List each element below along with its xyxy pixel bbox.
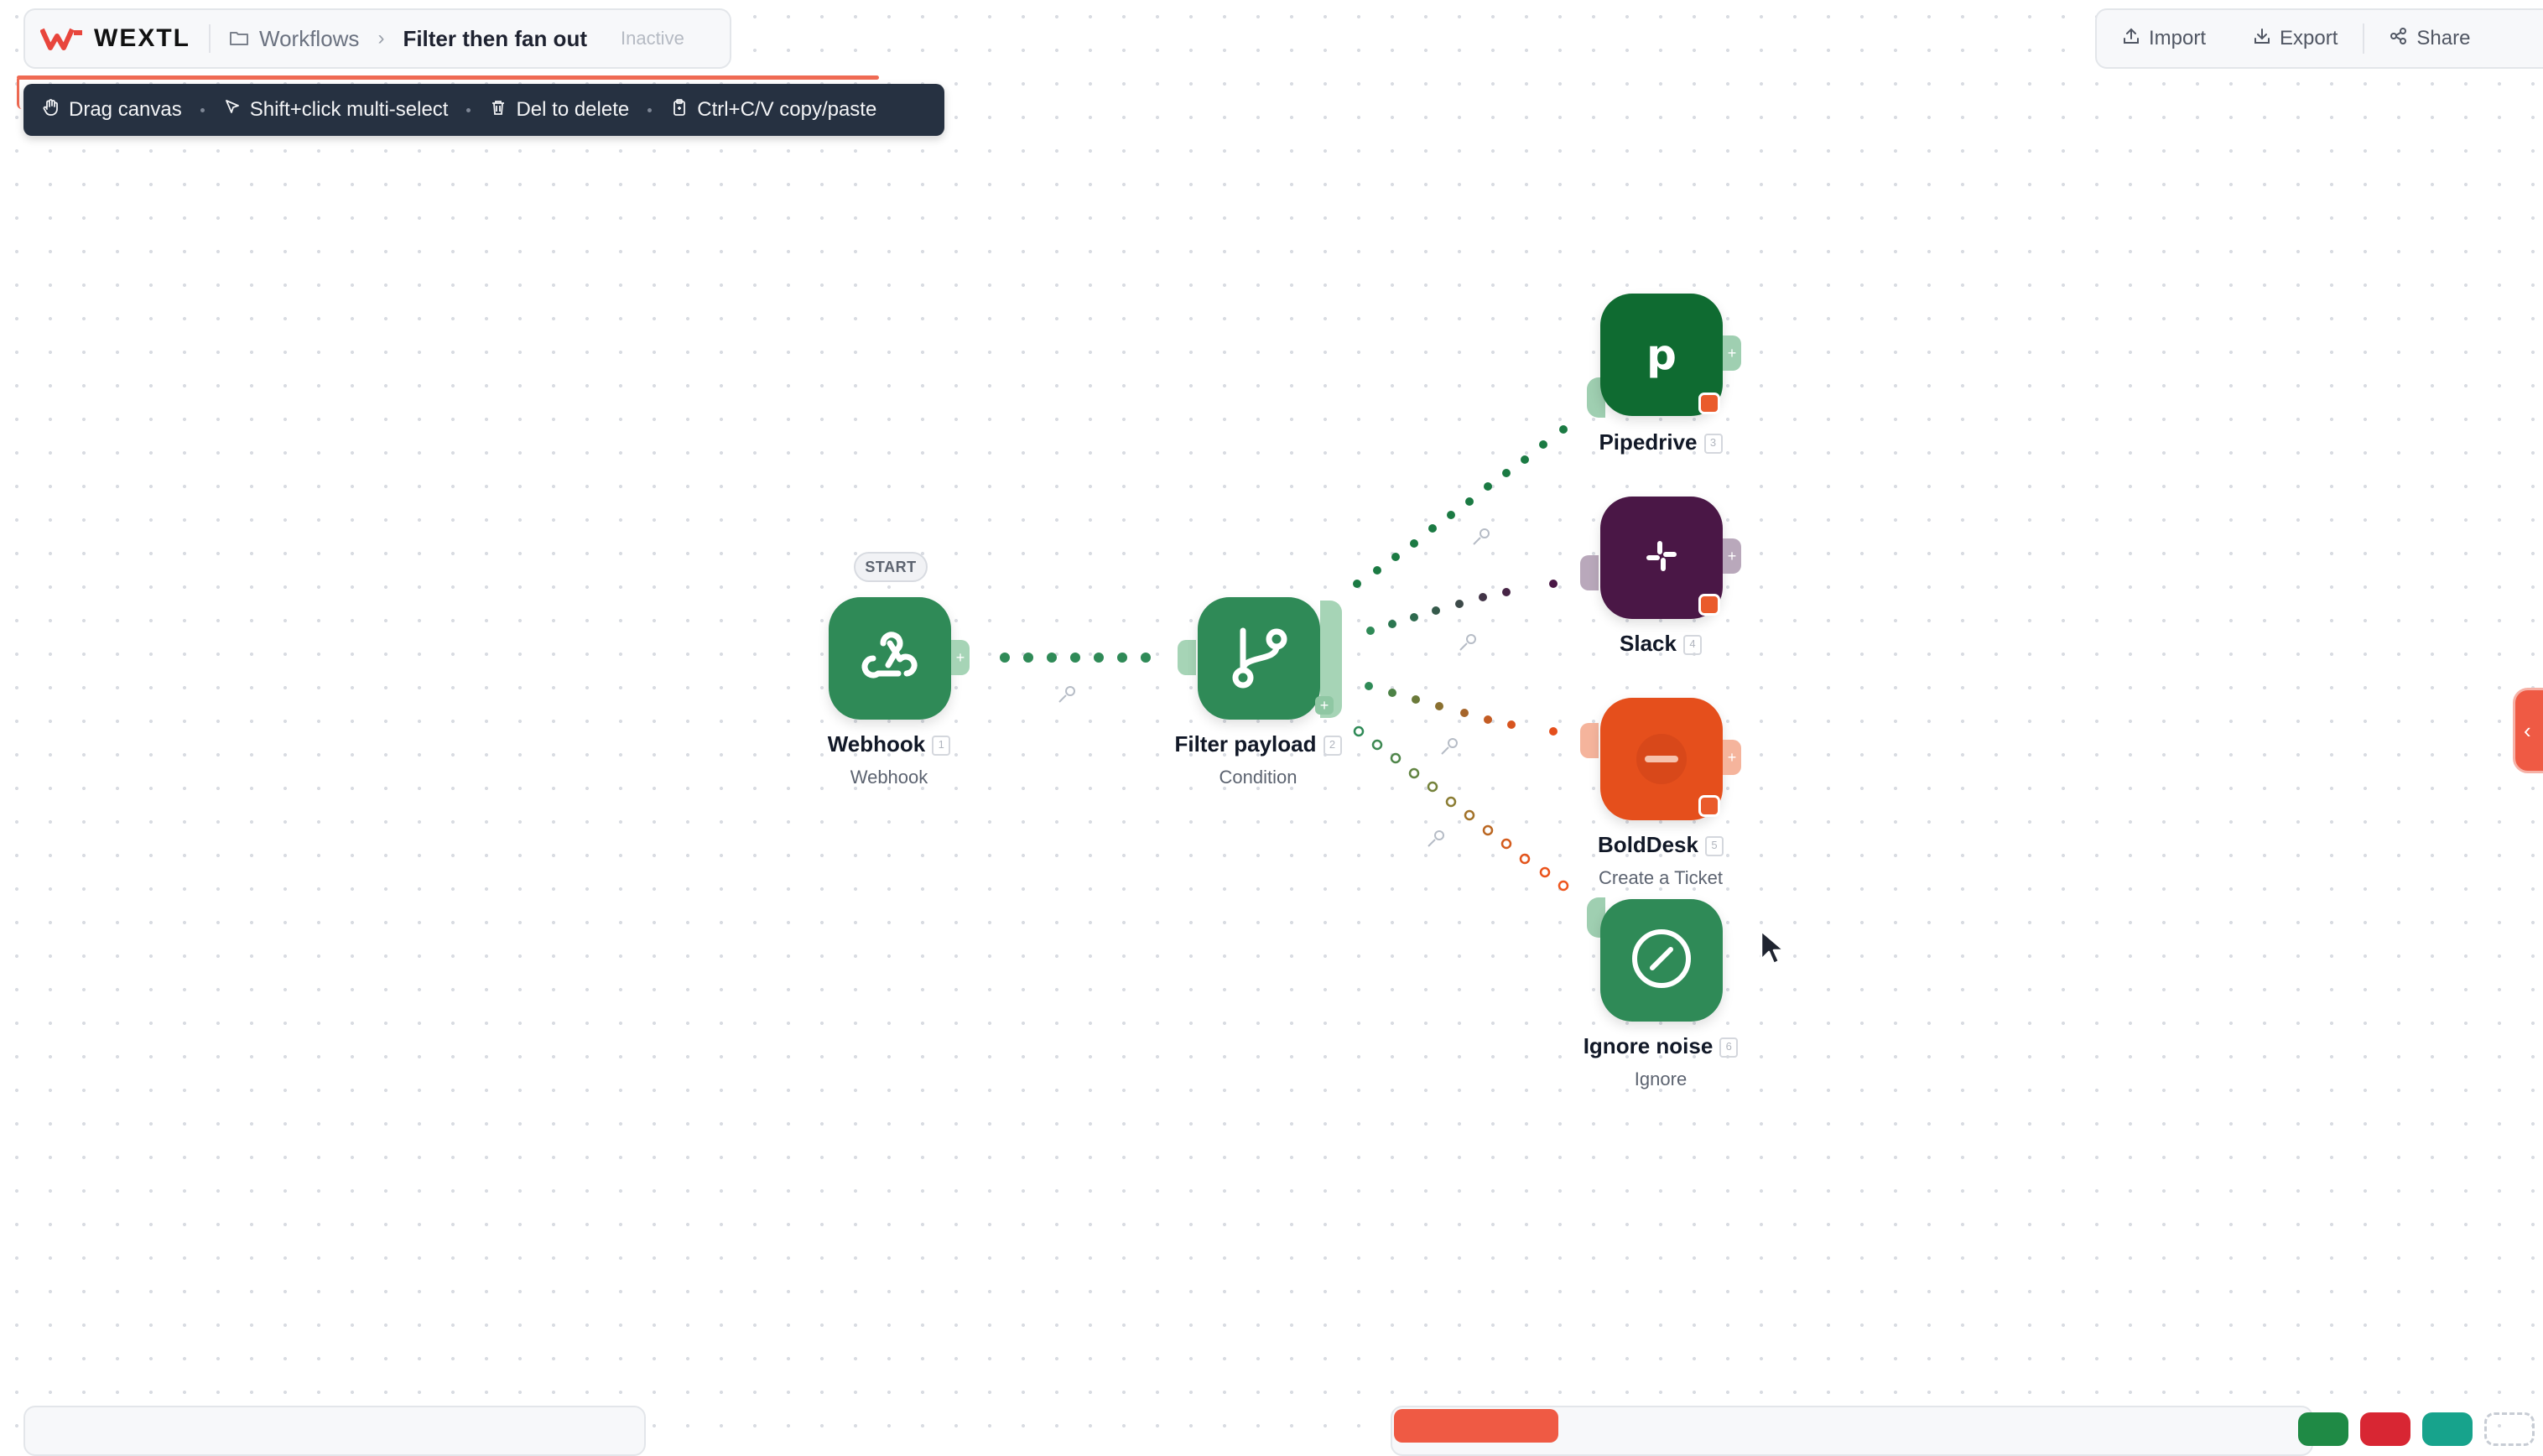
webhook-icon xyxy=(851,618,928,699)
edge-webhook-filter[interactable] xyxy=(1000,653,1151,663)
node-input-handle[interactable] xyxy=(1580,555,1599,590)
breadcrumb-workflows-link[interactable]: Workflows xyxy=(259,26,359,52)
node-output-handle[interactable]: + xyxy=(1723,740,1741,775)
node-input-handle[interactable] xyxy=(1178,640,1196,675)
hint-copy-label: Ctrl+C/V copy/paste xyxy=(697,98,877,121)
branch-icon xyxy=(1221,619,1297,699)
share-button[interactable]: Share xyxy=(2390,27,2470,51)
node-webhook[interactable] xyxy=(829,597,951,720)
bottom-left-panel xyxy=(23,1406,646,1456)
hand-icon xyxy=(42,98,60,122)
error-badge[interactable] xyxy=(1698,795,1720,817)
app-chip-red[interactable] xyxy=(2360,1412,2410,1446)
hint-separator xyxy=(200,107,205,112)
node-slack-title: Slack 4 xyxy=(1560,631,1761,657)
start-badge: START xyxy=(854,552,928,582)
trash-icon xyxy=(489,98,507,122)
node-index: 1 xyxy=(932,736,951,757)
hint-delete: Del to delete xyxy=(489,98,629,122)
cursor-pointer-icon xyxy=(223,98,242,122)
node-output-handle[interactable]: + xyxy=(951,640,970,675)
brand[interactable]: WEXTL xyxy=(40,24,190,53)
export-label: Export xyxy=(2280,27,2338,49)
node-webhook-title-text: Webhook xyxy=(827,731,926,757)
divider xyxy=(2363,23,2365,54)
node-filter-title-text: Filter payload xyxy=(1174,731,1317,757)
node-index: 4 xyxy=(1682,635,1702,656)
hint-delete-label: Del to delete xyxy=(516,98,630,121)
share-label: Share xyxy=(2416,27,2471,49)
wextl-logo-icon xyxy=(40,26,84,51)
hint-separator xyxy=(466,107,471,112)
chevron-right-icon: › xyxy=(377,27,385,49)
node-webhook-subtitle: Webhook xyxy=(850,767,928,788)
edge-filter-ignore[interactable] xyxy=(1353,725,1569,892)
hint-multiselect: Shift+click multi-select xyxy=(223,98,449,122)
node-ignore-title: Ignore noise 6 xyxy=(1560,1033,1761,1059)
mouse-cursor-icon xyxy=(1760,929,1786,965)
add-branch-button[interactable]: + xyxy=(1315,696,1334,715)
error-badge[interactable] xyxy=(1698,594,1720,616)
side-panel-toggle[interactable]: ‹ xyxy=(2513,688,2543,773)
bolddesk-logo-icon xyxy=(1636,734,1687,784)
breadcrumb: Workflows › Filter then fan out Inactive xyxy=(229,26,684,52)
export-button[interactable]: Export xyxy=(2253,27,2338,51)
download-icon xyxy=(2253,27,2271,51)
error-badge[interactable] xyxy=(1698,393,1720,414)
node-ignore[interactable] xyxy=(1600,899,1723,1022)
status-badge: Inactive xyxy=(620,28,684,49)
ban-icon xyxy=(1627,924,1696,997)
import-label: Import xyxy=(2149,27,2207,49)
hint-drag-canvas: Drag canvas xyxy=(42,98,182,122)
node-index: 2 xyxy=(1323,736,1342,757)
node-bolddesk-title: BoldDesk 5 xyxy=(1560,832,1761,858)
pipedrive-logo-icon: p xyxy=(1646,330,1677,379)
edge-filter-pipedrive[interactable] xyxy=(1353,425,1568,588)
app-chip-add[interactable] xyxy=(2484,1412,2535,1446)
node-filter-title: Filter payload 2 xyxy=(1157,731,1359,757)
node-bolddesk-title-text: BoldDesk xyxy=(1598,832,1698,857)
header-actions: Import Export Share xyxy=(2095,8,2543,69)
node-index: 3 xyxy=(1703,434,1723,455)
folder-icon xyxy=(229,26,249,52)
chevron-left-icon: ‹ xyxy=(2524,717,2531,743)
node-ignore-title-text: Ignore noise xyxy=(1583,1033,1714,1058)
node-pipedrive-title: Pipedrive 3 xyxy=(1560,429,1761,455)
import-button[interactable]: Import xyxy=(2122,27,2206,51)
node-filter[interactable] xyxy=(1198,597,1320,720)
node-output-handle[interactable]: + xyxy=(1723,335,1741,371)
divider xyxy=(209,24,211,53)
brand-name: WEXTL xyxy=(94,24,190,52)
keyboard-hints-bar: Drag canvas Shift+click multi-select Del… xyxy=(23,84,944,136)
clipboard-icon xyxy=(670,98,689,122)
workflow-title[interactable]: Filter then fan out xyxy=(403,26,587,52)
hint-drag-label: Drag canvas xyxy=(69,98,182,121)
edge-filter-bolddesk[interactable] xyxy=(1365,682,1558,736)
node-filter-subtitle: Condition xyxy=(1219,767,1298,788)
node-bolddesk-subtitle: Create a Ticket xyxy=(1599,867,1723,888)
app-chip-teal[interactable] xyxy=(2422,1412,2473,1446)
app-chip-green[interactable] xyxy=(2298,1412,2348,1446)
bottom-toolbar-active-tab[interactable] xyxy=(1394,1409,1558,1443)
hint-multiselect-label: Shift+click multi-select xyxy=(249,98,449,121)
edge-filter-slack[interactable] xyxy=(1366,580,1558,635)
hint-copy: Ctrl+C/V copy/paste xyxy=(670,98,876,122)
app-header: WEXTL Workflows › Filter then fan out In… xyxy=(23,8,731,69)
hint-separator xyxy=(647,107,653,112)
slack-logo-icon xyxy=(1645,539,1678,577)
share-icon xyxy=(2390,27,2408,51)
node-index: 5 xyxy=(1704,836,1724,857)
node-index: 6 xyxy=(1719,1037,1739,1058)
node-pipedrive-title-text: Pipedrive xyxy=(1599,429,1698,455)
node-input-handle[interactable] xyxy=(1580,723,1599,758)
node-output-handle[interactable]: + xyxy=(1723,538,1741,574)
loading-progress-bar xyxy=(17,75,879,80)
upload-icon xyxy=(2122,27,2140,51)
node-ignore-subtitle: Ignore xyxy=(1634,1069,1688,1089)
node-slack-title-text: Slack xyxy=(1620,631,1677,656)
node-webhook-title: Webhook 1 xyxy=(788,731,990,757)
